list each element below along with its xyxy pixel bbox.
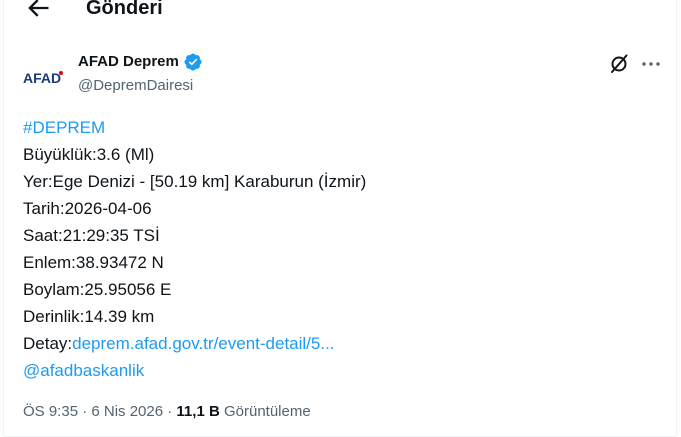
detail-line: Detay:deprem.afad.gov.tr/event-detail/5.… — [23, 330, 366, 357]
more-horizontal-icon — [642, 62, 660, 66]
back-button[interactable] — [24, 0, 52, 22]
grok-icon — [611, 54, 628, 73]
grok-button[interactable] — [607, 52, 631, 76]
mention-link[interactable]: @afadbaskanlik — [23, 361, 144, 380]
date-line: Tarih:2026-04-06 — [23, 199, 152, 218]
author-handle[interactable]: @DepremDairesi — [78, 76, 193, 96]
avatar[interactable]: AFAD — [23, 56, 63, 96]
magnitude-line: Büyüklük:3.6 (Ml) — [23, 145, 155, 164]
arrow-left-icon — [28, 0, 49, 17]
depth-line: Derinlik:14.39 km — [23, 307, 155, 326]
avatar-text: AFAD — [23, 70, 61, 86]
longitude-line: Boylam:25.95056 E — [23, 280, 172, 299]
more-options-button[interactable] — [639, 52, 663, 76]
tweet-meta: ÖS 9:35 · 6 Nis 2026 · 11,1 B Görüntülem… — [23, 401, 311, 423]
detail-label: Detay: — [23, 334, 73, 353]
timestamp-link[interactable]: ÖS 9:35 · 6 Nis 2026 — [23, 403, 163, 420]
tweet-detail-panel: Gönderi AFAD AFAD Deprem @DepremDairesi … — [3, 0, 677, 437]
afad-logo-icon: AFAD — [23, 70, 63, 86]
time-line: Saat:21:29:35 TSİ — [23, 226, 160, 245]
meta-separator: · — [163, 403, 177, 420]
page-title: Gönderi — [86, 0, 163, 19]
latitude-line: Enlem:38.93472 N — [23, 253, 164, 272]
author-name[interactable]: AFAD Deprem — [78, 52, 203, 72]
tweet-text: #DEPREM Büyüklük:3.6 (Ml) Yer:Ege Denizi… — [23, 114, 366, 384]
verified-badge-icon — [184, 53, 202, 71]
detail-link[interactable]: deprem.afad.gov.tr/event-detail/5... — [72, 334, 334, 353]
views-label: Görüntüleme — [223, 403, 311, 420]
page-header: Gönderi — [4, 0, 676, 26]
hashtag-link[interactable]: #DEPREM — [23, 118, 105, 137]
views-count: 11,1 B — [176, 403, 220, 420]
author-name-label: AFAD Deprem — [78, 53, 179, 70]
location-line: Yer:Ege Denizi - [50.19 km] Karaburun (İ… — [23, 172, 367, 191]
